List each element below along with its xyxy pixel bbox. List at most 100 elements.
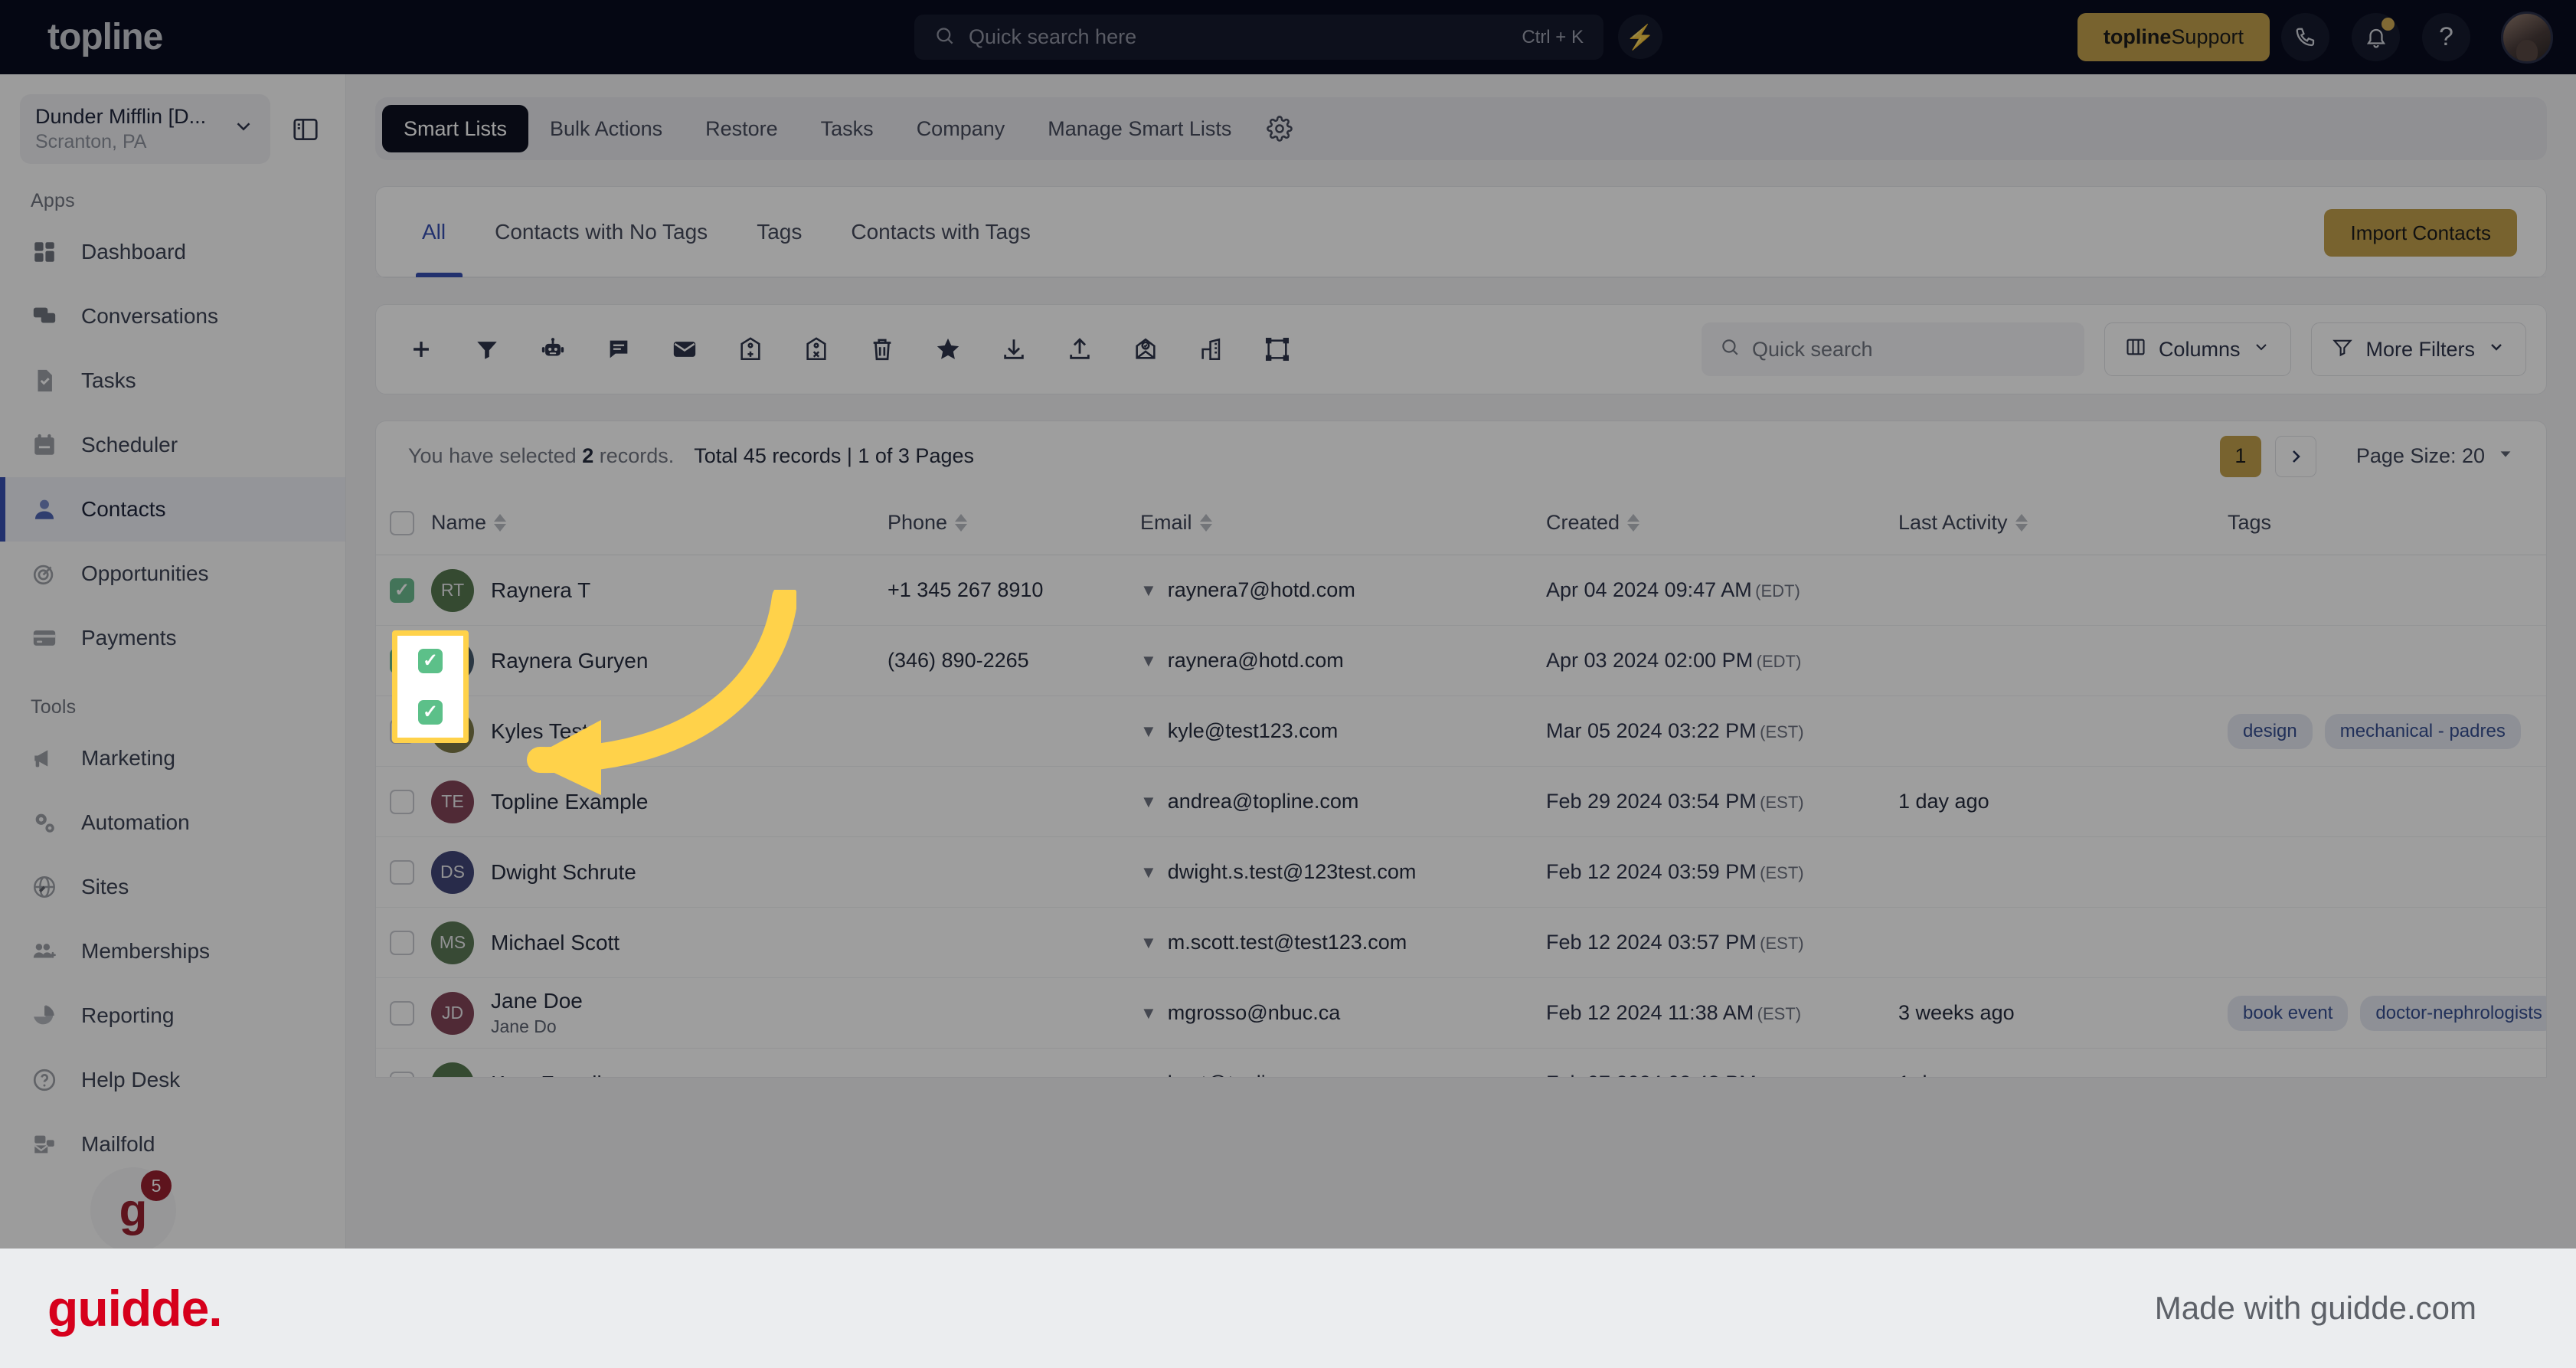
panel-toggle-icon[interactable] <box>284 108 327 151</box>
import-contacts-button[interactable]: Import Contacts <box>2324 209 2517 257</box>
column-header-last-activity[interactable]: Last Activity <box>1898 511 2228 535</box>
row-name-cell[interactable]: DS Dwight Schrute <box>428 850 888 894</box>
subtab-all[interactable]: All <box>408 187 470 277</box>
row-checkbox[interactable] <box>390 1000 414 1026</box>
star-icon[interactable] <box>923 324 973 375</box>
column-header-email[interactable]: Email <box>1140 511 1212 535</box>
sidebar-item-memberships[interactable]: Memberships <box>0 919 345 983</box>
sidebar-item-marketing[interactable]: Marketing <box>0 726 345 790</box>
sidebar-item-mailfold[interactable]: Mailfold <box>0 1112 345 1177</box>
tag-add-icon[interactable] <box>725 324 776 375</box>
table-row[interactable]: RT Raynera Guryen (346) 890-2265 ▼ rayner… <box>376 626 2546 696</box>
integration-badge[interactable]: g 5 <box>90 1167 176 1253</box>
row-name-cell[interactable]: JD Jane Doe Jane Do <box>428 989 888 1037</box>
tab-company[interactable]: Company <box>895 105 1027 152</box>
column-header-created[interactable]: Created <box>1546 511 1898 535</box>
location-selector[interactable]: Dunder Mifflin [D... Scranton, PA <box>20 94 270 164</box>
table-row[interactable]: KF Kent Ferrell ▼ kent@topline.com Feb 07… <box>376 1049 2546 1077</box>
sort-icon[interactable] <box>1199 514 1212 532</box>
column-header-name[interactable]: Name <box>431 511 507 535</box>
page-size-selector[interactable]: Page Size: 20 <box>2356 444 2514 468</box>
sidebar-item-help-desk[interactable]: Help Desk <box>0 1048 345 1112</box>
table-row[interactable]: DS Dwight Schrute ▼ dwight.s.test@123test… <box>376 837 2546 908</box>
table-row[interactable]: RT Raynera T +1 345 267 8910 ▼ raynera7@h… <box>376 555 2546 626</box>
tag-badge[interactable]: book event <box>2228 995 2349 1031</box>
sort-icon[interactable] <box>494 514 507 532</box>
row-checkbox[interactable] <box>390 789 414 814</box>
row-name-cell[interactable]: KT Kyles Test <box>428 709 888 753</box>
highlight-row-1-checkbox-cell[interactable] <box>397 636 463 687</box>
mail-check-icon[interactable] <box>1120 324 1171 375</box>
sidebar-item-conversations[interactable]: Conversations <box>0 284 345 349</box>
user-avatar[interactable] <box>2501 11 2553 64</box>
building-icon[interactable] <box>1186 324 1237 375</box>
plus-icon[interactable] <box>396 324 446 375</box>
row-name-cell[interactable]: KF Kent Ferrell <box>428 1062 888 1077</box>
tab-restore[interactable]: Restore <box>684 105 799 152</box>
highlight-row-2-checkbox-cell[interactable] <box>397 687 463 738</box>
row-checkbox-raynera-guryen[interactable] <box>418 699 443 725</box>
tab-manage-smart-lists[interactable]: Manage Smart Lists <box>1026 105 1253 152</box>
tab-smart-lists[interactable]: Smart Lists <box>382 105 529 152</box>
page-1-button[interactable]: 1 <box>2219 435 2261 477</box>
gear-icon[interactable] <box>1267 116 1293 142</box>
sidebar-item-contacts[interactable]: Contacts <box>0 477 345 542</box>
sidebar-item-payments[interactable]: Payments <box>0 606 345 670</box>
bell-icon[interactable] <box>2352 13 2400 61</box>
global-search-input[interactable]: Quick search here Ctrl + K <box>914 15 1603 60</box>
download-icon[interactable] <box>989 324 1039 375</box>
row-checkbox-cell[interactable] <box>376 789 428 814</box>
support-button[interactable]: topline Support <box>2077 13 2270 61</box>
sidebar-item-dashboard[interactable]: Dashboard <box>0 220 345 284</box>
select-all-cell[interactable] <box>376 510 428 535</box>
sidebar-item-automation[interactable]: Automation <box>0 790 345 855</box>
sort-icon[interactable] <box>1627 514 1640 532</box>
row-checkbox-cell[interactable] <box>376 1000 428 1026</box>
message-icon[interactable] <box>593 324 644 375</box>
row-checkbox[interactable] <box>390 930 414 955</box>
row-checkbox-cell[interactable] <box>376 578 428 603</box>
tab-tasks[interactable]: Tasks <box>799 105 895 152</box>
sidebar-item-reporting[interactable]: Reporting <box>0 983 345 1048</box>
tag-badge[interactable]: doctor-nephrologists <box>2360 995 2546 1031</box>
columns-button[interactable]: Columns <box>2104 322 2292 376</box>
phone-icon[interactable] <box>2281 13 2329 61</box>
row-name-cell[interactable]: RT Raynera Guryen <box>428 639 888 682</box>
row-checkbox[interactable] <box>390 1071 414 1077</box>
select-all-checkbox[interactable] <box>390 510 414 535</box>
tag-badge[interactable]: mechanical - padres <box>2324 713 2521 749</box>
subtab-contacts-with-tags[interactable]: Contacts with Tags <box>826 187 1055 277</box>
tab-bulk-actions[interactable]: Bulk Actions <box>528 105 684 152</box>
lightning-bolt-icon[interactable]: ⚡ <box>1618 15 1662 59</box>
row-checkbox-cell[interactable] <box>376 859 428 885</box>
row-checkbox-cell[interactable] <box>376 930 428 955</box>
subtab-tags[interactable]: Tags <box>732 187 826 277</box>
sidebar-item-tasks[interactable]: Tasks <box>0 349 345 413</box>
tag-badge[interactable]: design <box>2228 713 2313 749</box>
sidebar-item-opportunities[interactable]: Opportunities <box>0 542 345 606</box>
row-checkbox[interactable] <box>390 859 414 885</box>
sort-icon[interactable] <box>955 514 968 532</box>
trash-icon[interactable] <box>857 324 907 375</box>
table-row[interactable]: MS Michael Scott ▼ m.scott.test@test123.c… <box>376 908 2546 978</box>
table-row[interactable]: JD Jane Doe Jane Do ▼ mgrosso@nbuc.ca Feb… <box>376 978 2546 1049</box>
sort-icon[interactable] <box>2015 514 2028 532</box>
quick-search-input[interactable]: Quick search <box>1701 322 2084 376</box>
tag-remove-icon[interactable] <box>791 324 842 375</box>
mail-icon[interactable] <box>659 324 710 375</box>
sidebar-item-sites[interactable]: Sites <box>0 855 345 919</box>
upload-icon[interactable] <box>1054 324 1105 375</box>
robot-icon[interactable] <box>528 324 578 375</box>
more-filters-button[interactable]: More Filters <box>2311 322 2526 376</box>
column-header-phone[interactable]: Phone <box>888 511 1140 535</box>
row-name-cell[interactable]: MS Michael Scott <box>428 921 888 964</box>
filter-icon[interactable] <box>462 324 512 375</box>
table-row[interactable]: TE Topline Example ▼ andrea@topline.com F… <box>376 767 2546 837</box>
row-checkbox-cell[interactable] <box>376 1071 428 1077</box>
sidebar-item-scheduler[interactable]: Scheduler <box>0 413 345 477</box>
row-checkbox-raynera-t[interactable] <box>418 649 443 674</box>
row-name-cell[interactable]: TE Topline Example <box>428 780 888 823</box>
row-name-cell[interactable]: RT Raynera T <box>428 568 888 612</box>
subtab-contacts-with-no-tags[interactable]: Contacts with No Tags <box>470 187 732 277</box>
question-mark-icon[interactable]: ? <box>2422 13 2470 61</box>
